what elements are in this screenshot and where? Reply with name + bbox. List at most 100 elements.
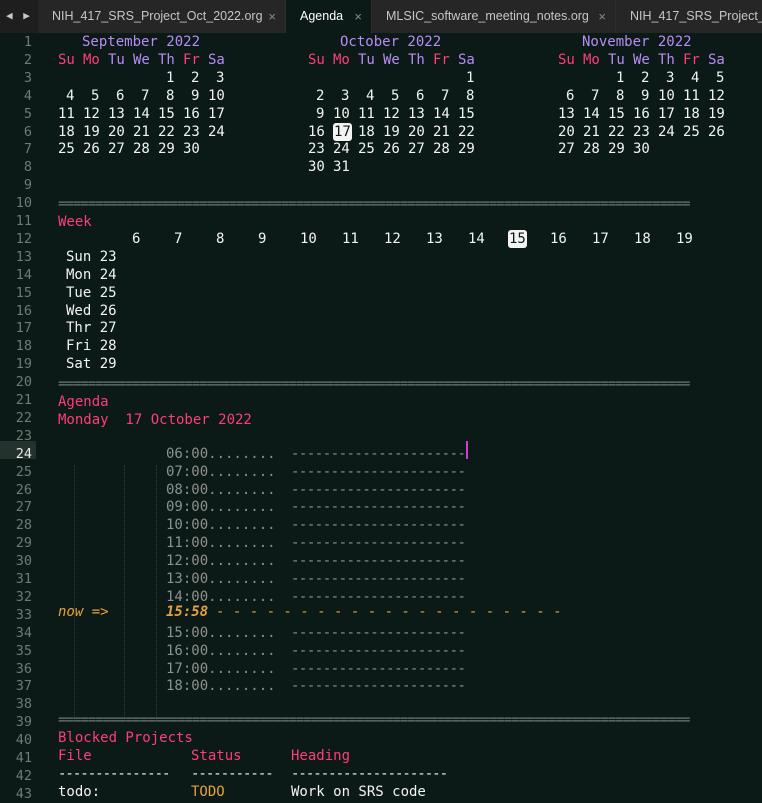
tab-agenda[interactable]: Agenda × [286, 0, 372, 33]
day-header: Fr [433, 51, 450, 68]
text-cursor [466, 441, 468, 459]
blocked-row-heading[interactable]: Work on SRS code [291, 783, 426, 801]
calendar-day: 20 [558, 123, 575, 140]
calendar-day: 18 [683, 105, 700, 122]
tab-srs-project[interactable]: NIH_417_SRS_Project_Oct_2022.org × [38, 0, 286, 33]
calendar-day: 8 [466, 87, 475, 104]
calendar-day: 27 [108, 141, 125, 158]
close-icon[interactable]: × [268, 0, 276, 33]
calendar-day: 12 [383, 105, 400, 122]
line-number: 42 [15, 767, 32, 784]
line-number: 20 [15, 374, 32, 391]
line-number: 15 [15, 284, 32, 301]
calendar-day: 28 [133, 141, 150, 158]
calendar-day: 26 [383, 141, 400, 158]
calendar-day: 5 [91, 87, 100, 104]
calendar-day: 21 [583, 123, 600, 140]
column-header-file: File [58, 748, 92, 764]
line-number: 3 [23, 69, 32, 86]
tab-label: NIH_417_SRS_Project_Oct_2022.org [52, 9, 263, 23]
day-header: Sa [708, 51, 725, 68]
calendar-day: 1 [616, 69, 625, 86]
time-slot-rule: ---------------------- [291, 445, 466, 462]
month-title-nov: November 2022 [582, 34, 692, 50]
day-header: Fr [683, 51, 700, 68]
line-number: 23 [15, 427, 32, 444]
week-day-label: Sat 29 [66, 356, 117, 373]
separator-rule: ========================================… [58, 376, 690, 392]
column-rule-file: --------------- [58, 766, 170, 782]
column-rule-status: ----------- [191, 766, 274, 782]
time-slot-rule: ---------------------- [291, 624, 466, 641]
time-slot-rule: ---------------------- [291, 535, 466, 552]
day-header: Th [408, 51, 425, 68]
week-hour-label: 19 [676, 230, 693, 247]
week-day-label: Fri 28 [66, 338, 117, 355]
line-number: 4 [23, 87, 32, 104]
week-hour-label: 13 [426, 230, 443, 247]
week-hour-label: 15 [508, 229, 527, 248]
day-header: Su [58, 51, 75, 68]
calendar-day: 15 [608, 105, 625, 122]
close-icon[interactable]: × [354, 0, 362, 33]
calendar-day: 6 [566, 87, 575, 104]
day-header: Tu [358, 51, 375, 68]
time-slot: 07:00........ [166, 463, 276, 480]
tab-nav-arrows-icon[interactable]: ◀ ▶ [6, 9, 32, 22]
line-number: 31 [15, 571, 32, 587]
tab-mlsic-notes[interactable]: MLSIC_software_meeting_notes.org × [372, 0, 616, 33]
time-slot: 12:00........ [166, 553, 276, 570]
line-number: 40 [15, 732, 32, 749]
blocked-row-file[interactable]: todo: [58, 783, 100, 801]
calendar-day: 23 [633, 123, 650, 140]
calendar-day: 17 [658, 105, 675, 122]
month-title-sep: September 2022 [82, 34, 201, 50]
calendar-day: 23 [183, 123, 200, 140]
line-number: 33 [15, 606, 32, 623]
tab-srs-project-2[interactable]: NIH_417_SRS_Project_O [616, 0, 762, 33]
calendar-day: 16 [633, 105, 650, 122]
close-icon[interactable]: × [598, 0, 606, 33]
calendar-day: 7 [441, 87, 450, 104]
line-number: 18 [15, 338, 32, 355]
calendar-day: 13 [108, 105, 125, 122]
calendar-day: 2 [641, 69, 650, 86]
time-slot-rule: ---------------------- [291, 642, 466, 659]
time-slot: 06:00........ [166, 445, 276, 462]
time-slot: 18:00........ [166, 678, 276, 695]
day-header: Th [658, 51, 675, 68]
calendar-day: 2 [316, 87, 325, 104]
calendar-day: 22 [608, 123, 625, 140]
line-number: 30 [15, 553, 32, 570]
week-hour-label: 16 [550, 230, 567, 247]
calendar-day: 7 [591, 87, 600, 104]
day-header: Tu [608, 51, 625, 68]
now-label: now => [58, 604, 109, 620]
tab-label: NIH_417_SRS_Project_O [630, 9, 762, 23]
time-slot-rule: ---------------------- [291, 499, 466, 516]
calendar-day: 22 [458, 123, 475, 140]
calendar-day: 4 [66, 87, 75, 104]
time-slot-rule: ---------------------- [291, 553, 466, 570]
editor-area[interactable]: 1 2 3 4 5 6 7 8 9 10 11 12 13 14 15 16 17 18 19 20 21 22 23 24 2… [0, 33, 762, 802]
week-day-label: Tue 25 [66, 284, 117, 301]
time-slot-rule: ---------------------- [291, 678, 466, 695]
calendar-day: 4 [366, 87, 375, 104]
calendar-day: 7 [141, 87, 150, 104]
week-hour-label: 11 [342, 230, 359, 247]
column-header-heading: Heading [291, 748, 351, 764]
calendar-day: 22 [158, 123, 175, 140]
week-hour-label: 17 [592, 230, 609, 247]
line-number: 27 [15, 499, 32, 516]
calendar-day: 24 [333, 141, 350, 158]
calendar-day: 29 [458, 141, 475, 158]
calendar-day: 25 [358, 141, 375, 158]
calendar-day: 24 [658, 123, 675, 140]
agenda-heading: Agenda [58, 394, 109, 410]
calendar-day: 26 [708, 123, 725, 140]
calendar-day: 11 [683, 87, 700, 104]
calendar-day: 3 [341, 87, 350, 104]
tab-bar: ◀ ▶ NIH_417_SRS_Project_Oct_2022.org × A… [0, 0, 762, 33]
blocked-row-status: TODO [191, 784, 225, 800]
time-slot: 17:00........ [166, 660, 276, 677]
